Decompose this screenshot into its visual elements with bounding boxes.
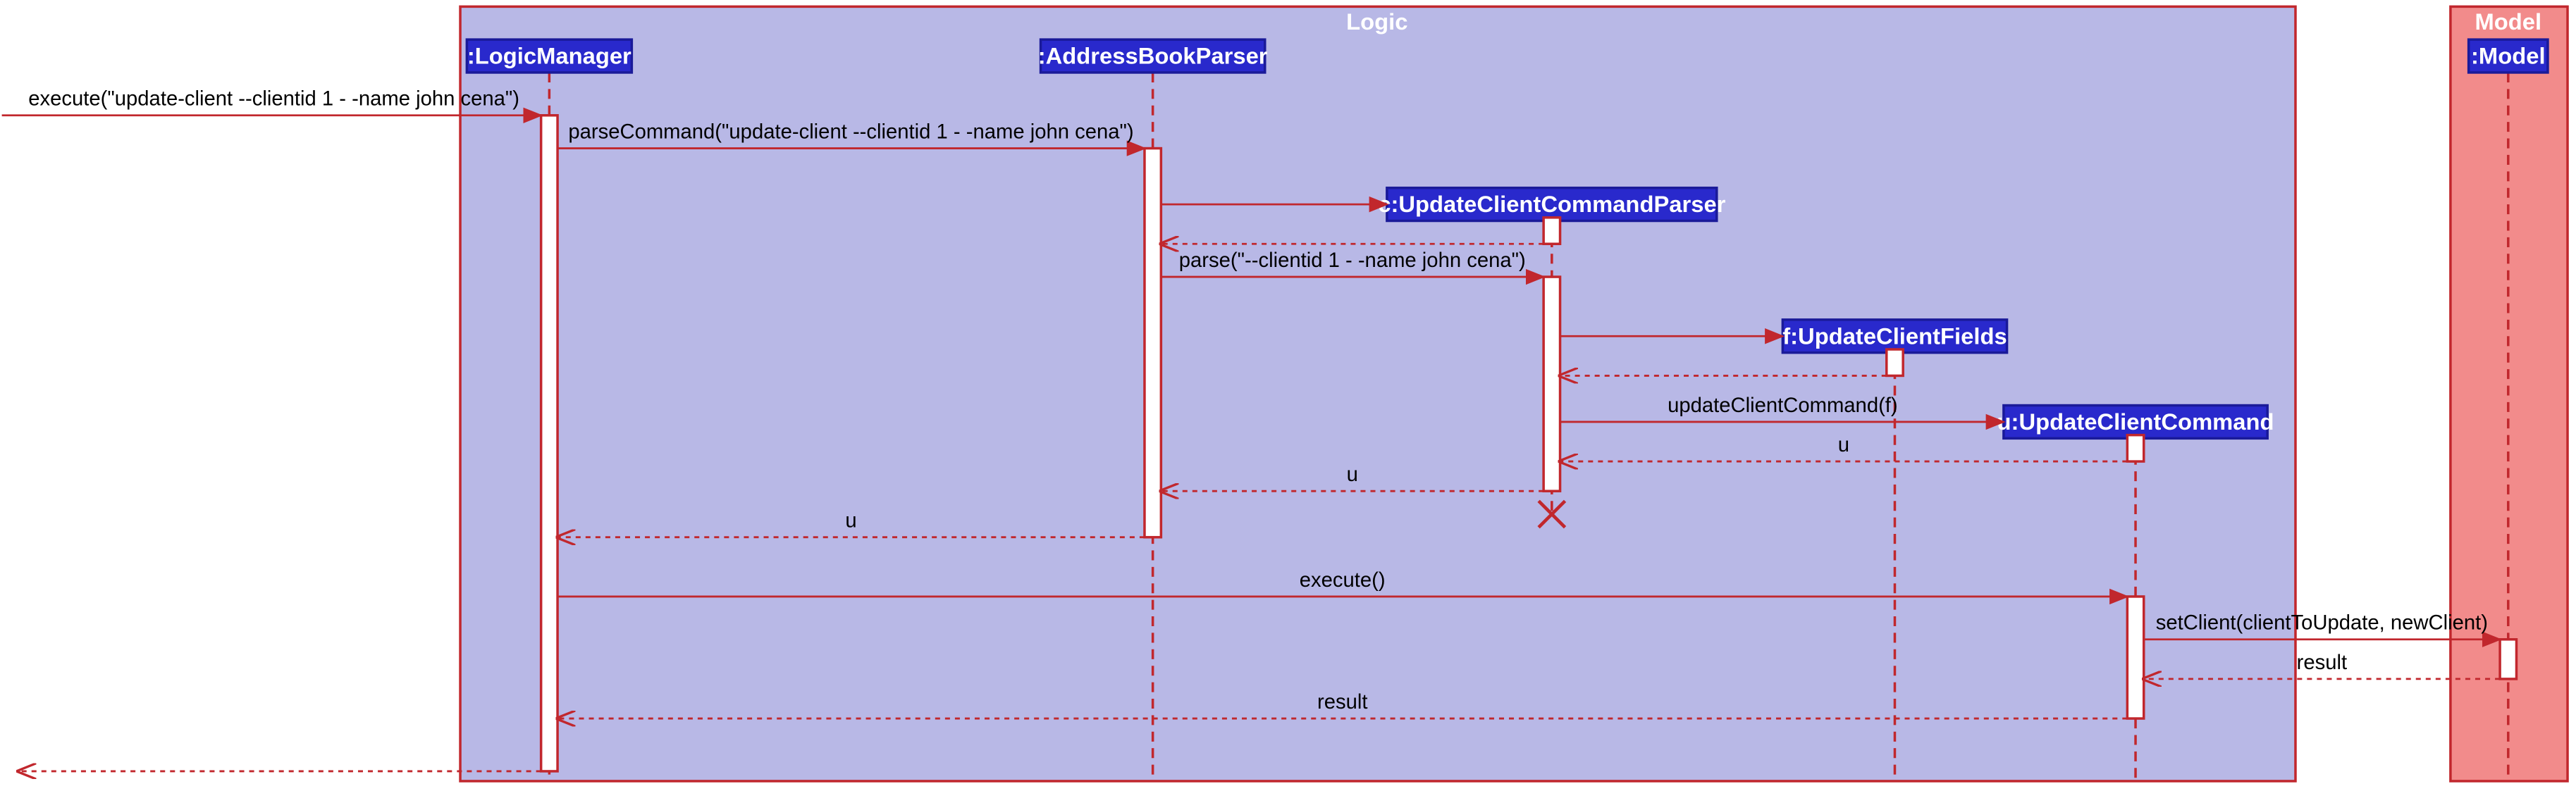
svg-text::AddressBookParser: :AddressBookParser [1038,43,1268,69]
activation-fields [1887,349,1903,375]
activation-model [2500,640,2516,679]
svg-text:u: u [1347,463,1358,486]
sequence-diagram: Logic Model :LogicManager :AddressBookPa… [0,0,2576,791]
svg-text:c:UpdateClientCommandParser: c:UpdateClientCommandParser [1378,191,1725,217]
activation-command-2 [2127,597,2143,718]
svg-text:execute(): execute() [1300,569,1386,592]
svg-text:u: u [845,510,856,532]
activation-addressbookparser [1145,149,1161,537]
svg-text:result: result [2297,652,2348,674]
svg-text:f:UpdateClientFields: f:UpdateClientFields [1782,323,2007,349]
svg-text:result: result [1317,691,1368,714]
svg-text:u:UpdateClientCommand: u:UpdateClientCommand [1997,409,2274,435]
svg-text:parse("--clientid 1 - -name jo: parse("--clientid 1 - -name john cena") [1179,249,1526,272]
svg-text:setClient(clientToUpdate, newC: setClient(clientToUpdate, newClient) [2156,612,2488,635]
activation-logicmanager [541,116,557,771]
svg-text:updateClientCommand(f): updateClientCommand(f) [1668,394,1898,417]
svg-text::LogicManager: :LogicManager [467,43,631,69]
svg-text:execute("update-client --clien: execute("update-client --clientid 1 - -n… [28,88,519,111]
svg-text::Model: :Model [2471,43,2546,69]
model-box-title: Model [2475,8,2541,35]
logic-box-title: Logic [1346,8,1407,35]
svg-text:u: u [1838,434,1849,456]
activation-command-1 [2127,435,2143,461]
activation-parser-1 [1543,218,1560,244]
svg-text:parseCommand("update-client --: parseCommand("update-client --clientid 1… [568,121,1133,144]
activation-parser-2 [1543,277,1560,491]
